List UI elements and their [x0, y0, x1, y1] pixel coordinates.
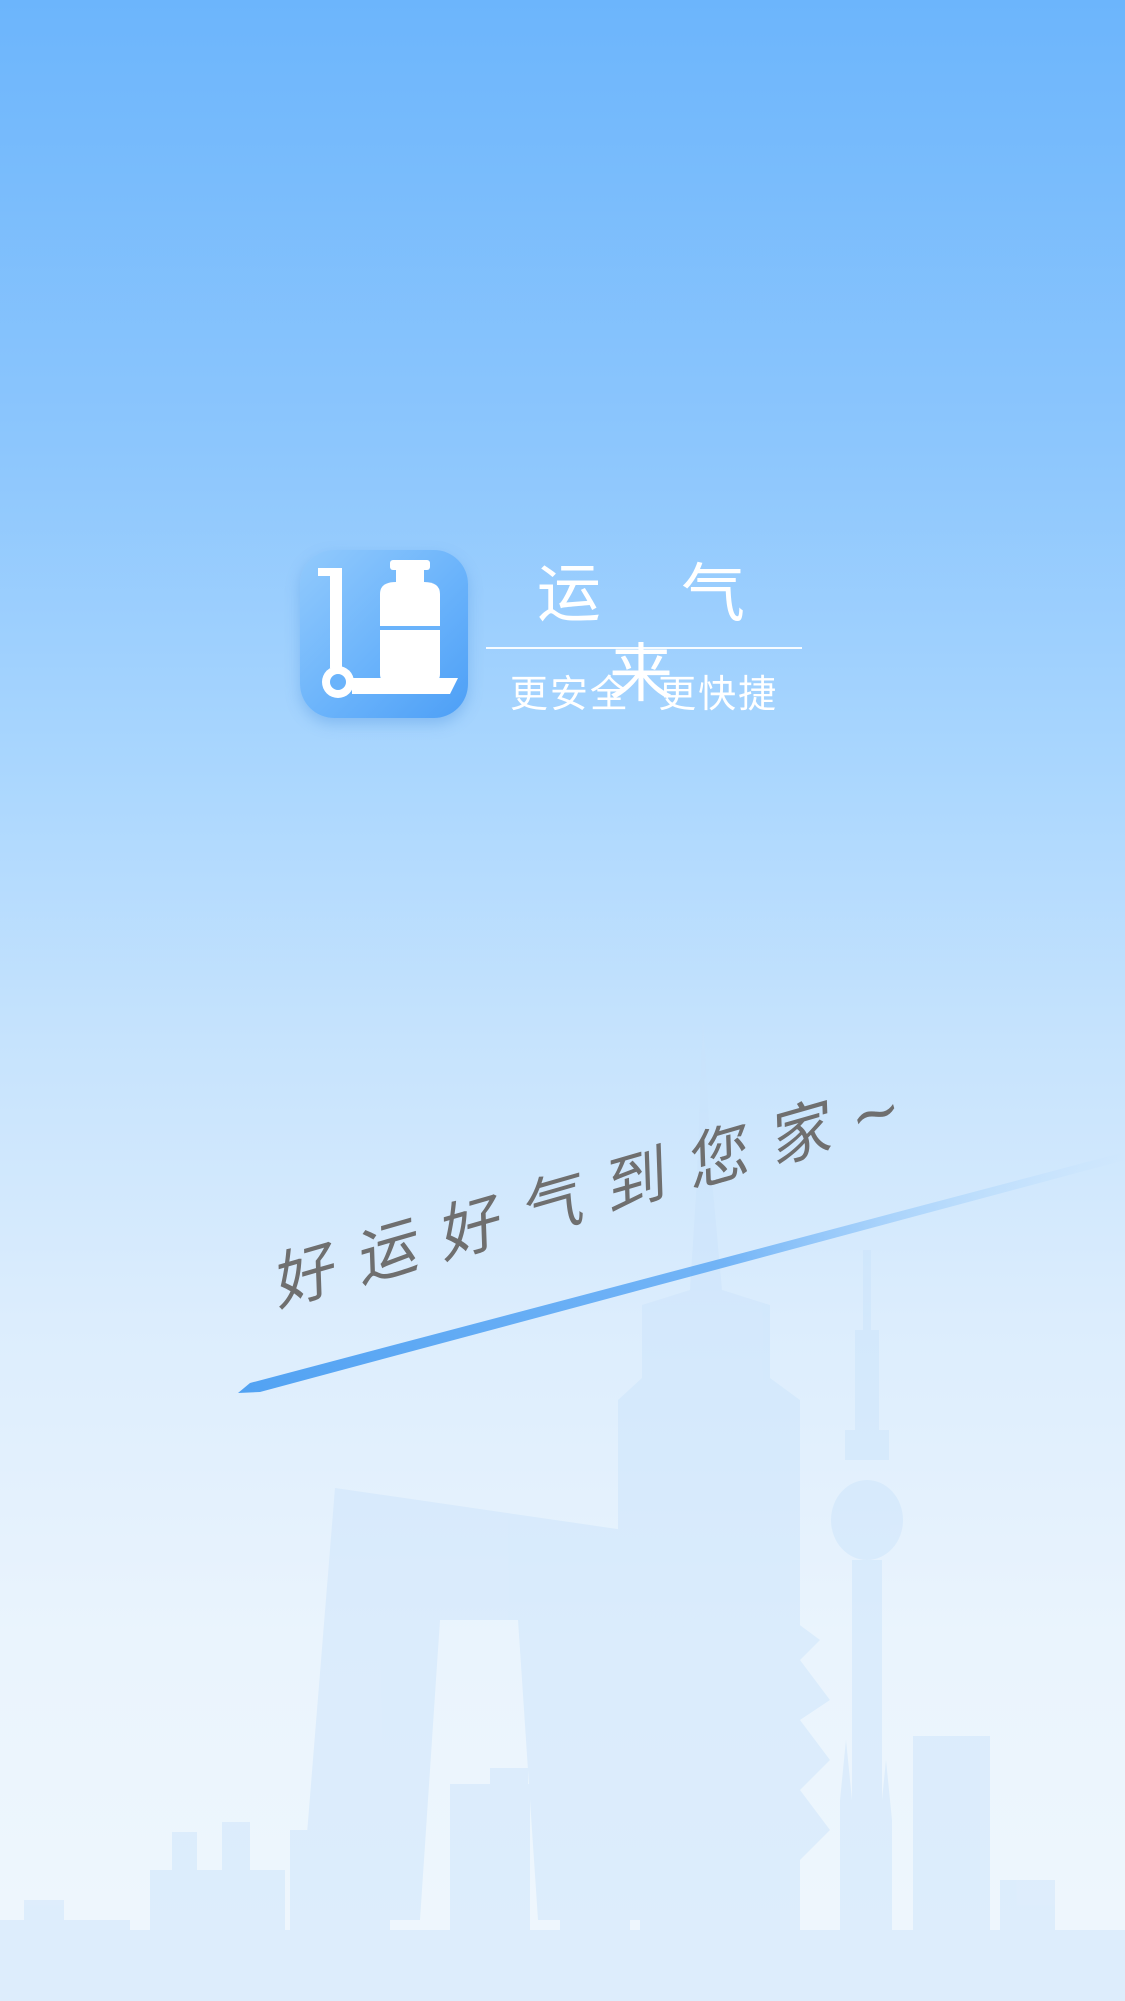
slogan-underline-streak	[238, 1152, 1125, 1393]
app-logo	[300, 550, 468, 718]
gas-cylinder-hand-truck-icon	[300, 550, 468, 718]
app-tagline: 更安全 更快捷	[509, 672, 779, 716]
splash-screen: 运 气 来 更安全 更快捷 好运好气到您家~	[0, 0, 1125, 2001]
app-name: 运 气 来	[536, 558, 776, 712]
brand-block: 运 气 来 更安全 更快捷	[486, 555, 802, 718]
